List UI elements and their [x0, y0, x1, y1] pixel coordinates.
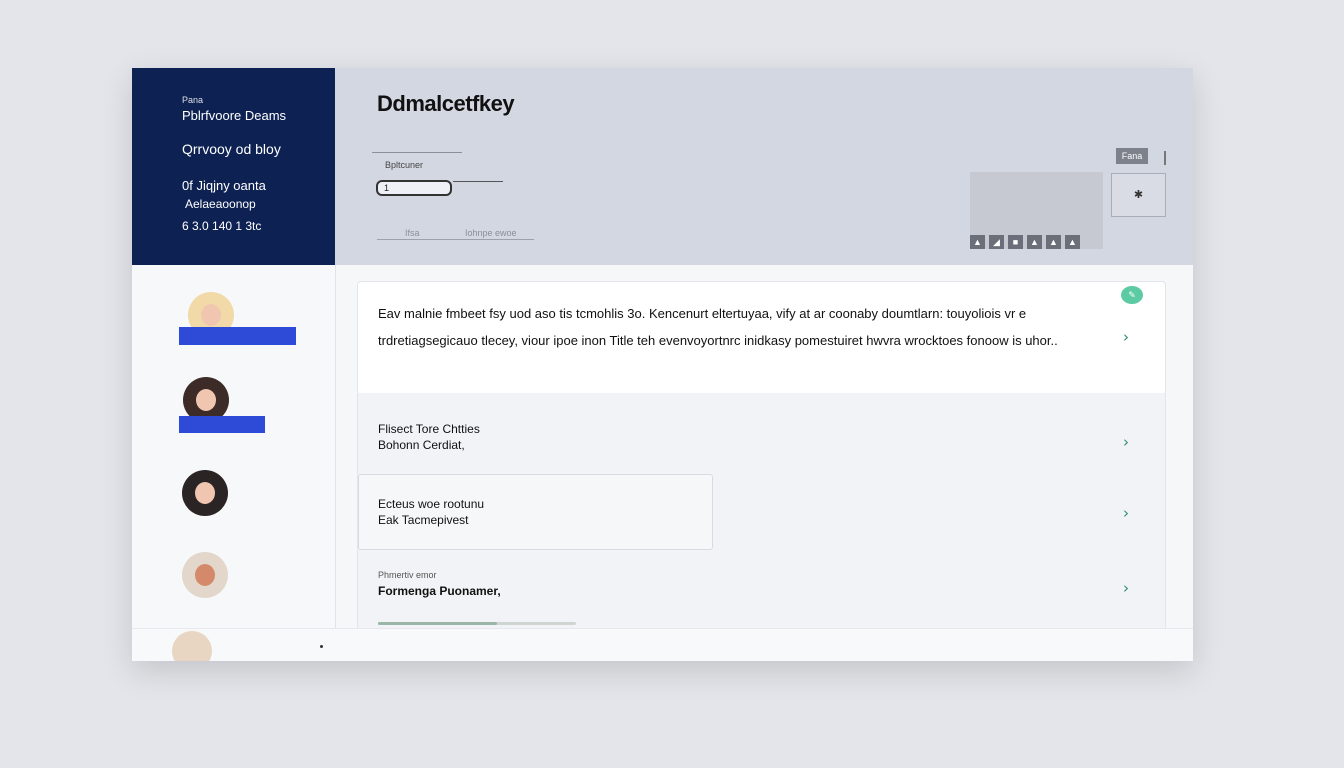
- thumb-icon-6[interactable]: ▲: [1065, 235, 1080, 249]
- value-input[interactable]: 1: [376, 180, 452, 196]
- description-text: Eav malnie fmbeet fsy uod aso tis tcmohl…: [378, 306, 1058, 348]
- profile-tag: Pana: [182, 95, 204, 105]
- status-dot: [320, 645, 323, 648]
- description-card: Eav malnie fmbeet fsy uod aso tis tcmohl…: [357, 281, 1166, 395]
- list-item-title[interactable]: Formenga Puonamer,: [378, 583, 501, 599]
- avatar-face: [195, 482, 215, 504]
- progress-bar: [378, 622, 576, 625]
- app-window: Pana Pblrfvoore Deams Qrrvooy od bloy 0f…: [132, 68, 1193, 661]
- media-thumbnail[interactable]: ▲ ◢ ■ ▲ ▲ ▲: [970, 172, 1103, 249]
- chevron-right-icon[interactable]: ›: [1123, 504, 1129, 522]
- list-item-subtitle: Eak Tacmepivest: [378, 513, 469, 527]
- profile-name: Pblrfvoore Deams: [182, 108, 287, 123]
- header: Ddmalcetfkey Bpltcuner 1 Ifsa Iohnpe ewo…: [335, 68, 1193, 265]
- chevron-right-icon[interactable]: ›: [1123, 579, 1129, 597]
- profile-detail-1: 0f Jiqjny oanta: [182, 178, 266, 193]
- profile-detail-3: 6 3.0 140 1 3tc: [182, 219, 262, 233]
- thumb-icon-4[interactable]: ▲: [1027, 235, 1042, 249]
- profile-panel: Pana Pblrfvoore Deams Qrrvooy od bloy 0f…: [132, 68, 335, 265]
- avatar-face: [196, 389, 216, 411]
- avatar-face: [195, 564, 215, 586]
- avatar-face: [201, 304, 221, 326]
- input-divider: [453, 181, 503, 182]
- top-action-button[interactable]: Fana: [1116, 148, 1148, 164]
- thumbnail-toolbar: ▲ ◢ ■ ▲ ▲ ▲: [970, 235, 1080, 249]
- header-footer-divider: [377, 239, 534, 240]
- contacts-column: [132, 265, 336, 628]
- thumb-icon-2[interactable]: ◢: [989, 235, 1004, 249]
- bottom-bar: [132, 628, 1193, 661]
- avatar[interactable]: [172, 631, 212, 661]
- field-label: Bpltcuner: [385, 160, 424, 170]
- thumb-icon-3[interactable]: ■: [1008, 235, 1023, 249]
- contact-highlight-bar[interactable]: [179, 327, 296, 345]
- thumb-icon-1[interactable]: ▲: [970, 235, 985, 249]
- list: Flisect Tore Chtties Bohonn Cerdiat, › E…: [357, 393, 1166, 628]
- page-title: Ddmalcetfkey: [377, 91, 515, 116]
- top-divider: [1164, 151, 1166, 165]
- header-link-a[interactable]: Ifsa: [405, 228, 420, 238]
- progress-fill: [378, 622, 497, 625]
- chevron-right-icon[interactable]: ›: [1123, 328, 1129, 346]
- list-item-title[interactable]: Ecteus woe rootunu: [378, 496, 484, 512]
- contact-highlight-bar[interactable]: [179, 416, 265, 433]
- profile-subtitle: Qrrvooy od bloy: [182, 141, 281, 157]
- list-item-caption: Phmertiv emor: [378, 570, 437, 580]
- avatar[interactable]: [182, 552, 228, 598]
- header-divider: [372, 152, 462, 153]
- settings-button[interactable]: ✱: [1111, 173, 1166, 217]
- profile-detail-2: Aelaeaoonop: [185, 197, 256, 211]
- thumb-icon-5[interactable]: ▲: [1046, 235, 1061, 249]
- chat-bubble-icon[interactable]: ✎: [1121, 286, 1143, 304]
- header-link-b[interactable]: Iohnpe ewoe: [465, 228, 517, 238]
- avatar[interactable]: [182, 470, 228, 516]
- list-item-subtitle: Bohonn Cerdiat,: [378, 438, 465, 452]
- list-item-title[interactable]: Flisect Tore Chtties: [378, 421, 480, 437]
- chevron-right-icon[interactable]: ›: [1123, 433, 1129, 451]
